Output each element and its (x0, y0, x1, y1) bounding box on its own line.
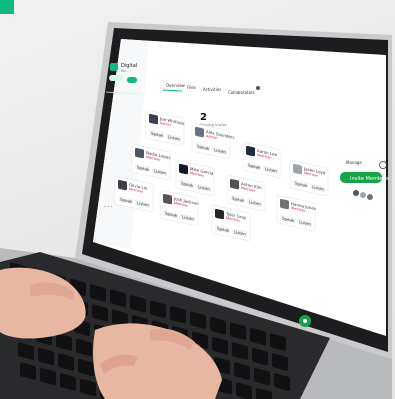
sidebar-plus-button[interactable] (127, 77, 137, 83)
fab-icon (303, 319, 307, 323)
avatar-stack-2 (360, 192, 366, 198)
logo-icon (110, 63, 118, 71)
avatar (149, 113, 158, 125)
brand-line2: Inc. (121, 69, 127, 73)
webcam-icon (256, 86, 260, 90)
avatar (215, 208, 224, 220)
avatar (293, 163, 302, 175)
avatar (179, 163, 188, 175)
tab-files[interactable]: Files (187, 85, 196, 90)
stat-pending-value: 2 (200, 112, 207, 123)
sidebar-new-button[interactable] (109, 75, 123, 81)
avatar (163, 193, 172, 205)
avatar (195, 126, 204, 138)
tab-activities[interactable]: Activities (203, 87, 221, 92)
avatar (118, 179, 127, 191)
tab-overview[interactable]: Overview (166, 83, 186, 88)
avatar-stack-1 (353, 190, 359, 196)
tab-collaborators[interactable]: Collaborators (228, 90, 255, 95)
sidebar-footer: • • • (104, 205, 112, 209)
avatar (135, 147, 144, 159)
manage-link[interactable]: Manage (346, 160, 362, 165)
invite-members-label: Invite Members (350, 176, 389, 182)
avatar (280, 198, 289, 210)
avatar-stack-3 (367, 194, 373, 200)
laptop-illustration: Digital Inc. Overview Files Activities C… (0, 22, 392, 399)
avatar (230, 178, 239, 190)
photo-scene: Digital Inc. Overview Files Activities C… (0, 0, 395, 399)
avatar (246, 145, 255, 157)
